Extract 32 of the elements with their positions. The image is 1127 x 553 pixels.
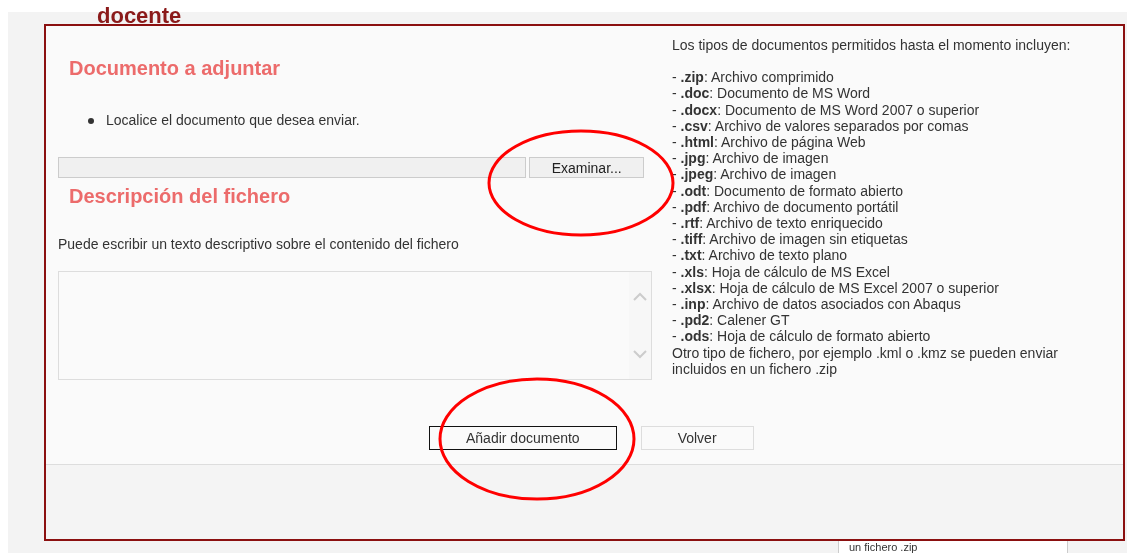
file-type-item: - .jpg: Archivo de imagen xyxy=(672,150,830,167)
file-type-item: - .txt: Archivo de texto plano xyxy=(672,247,849,264)
file-type-item: - .ods: Hoja de cálculo de formato abierto xyxy=(672,328,932,345)
bullet-icon xyxy=(88,117,94,124)
background-text: un fichero .zip xyxy=(849,542,919,553)
file-type-item: - .zip: Archivo comprimido xyxy=(672,69,835,86)
file-type-item: - .html: Archivo de página Web xyxy=(672,134,867,151)
add-document-button[interactable]: Añadir documento xyxy=(429,426,617,450)
scroll-up-icon[interactable] xyxy=(633,292,647,302)
file-type-item: - .inp: Archivo de datos asociados con Abaqus xyxy=(672,296,962,313)
section-heading: Descripción del fichero xyxy=(69,184,291,208)
page-heading: docente xyxy=(97,6,182,25)
file-type-item: - .docx: Documento de MS Word 2007 o superior xyxy=(672,101,981,118)
file-type-item: - .rtf: Archivo de texto enriquecido xyxy=(672,215,884,232)
description-textarea[interactable] xyxy=(58,271,652,380)
section-heading: Documento a adjuntar xyxy=(69,56,281,80)
note-text: Otro tipo de fichero, por ejemplo .kml o .kmz se pueden enviar incluidos en un fichero .zip xyxy=(672,344,1059,378)
file-type-item: - .pdf: Archivo de documento portátil xyxy=(672,198,900,216)
file-type-item: - .odt: Documento de formato abierto xyxy=(672,182,905,199)
back-button[interactable]: Volver xyxy=(640,426,754,450)
scroll-down-icon[interactable] xyxy=(633,349,647,359)
file-type-item: - .jpeg: Archivo de imagen xyxy=(672,166,838,183)
file-type-item: - .tiff: Archivo de imagen sin etiquetas xyxy=(672,231,909,248)
file-type-item: - .doc: Documento de MS Word xyxy=(672,85,872,102)
intro-text: Los tipos de documentos permitidos hasta el momento incluyen: xyxy=(672,37,1072,54)
file-type-item: - .xls: Hoja de cálculo de MS Excel xyxy=(672,263,891,280)
file-type-item: - .csv: Archivo de valores separados por comas xyxy=(672,117,969,134)
hint-text: Puede escribir un texto descriptivo sobre el contenido del fichero xyxy=(58,235,459,254)
file-type-item: - .pd2: Calener GT xyxy=(672,312,791,329)
browse-button[interactable]: Examinar... xyxy=(529,157,644,178)
instruction-text: Localice el documento que desea enviar. xyxy=(106,111,360,130)
file-type-item: - .xlsx: Hoja de cálculo de MS Excel 2007 o superior xyxy=(672,279,1000,297)
